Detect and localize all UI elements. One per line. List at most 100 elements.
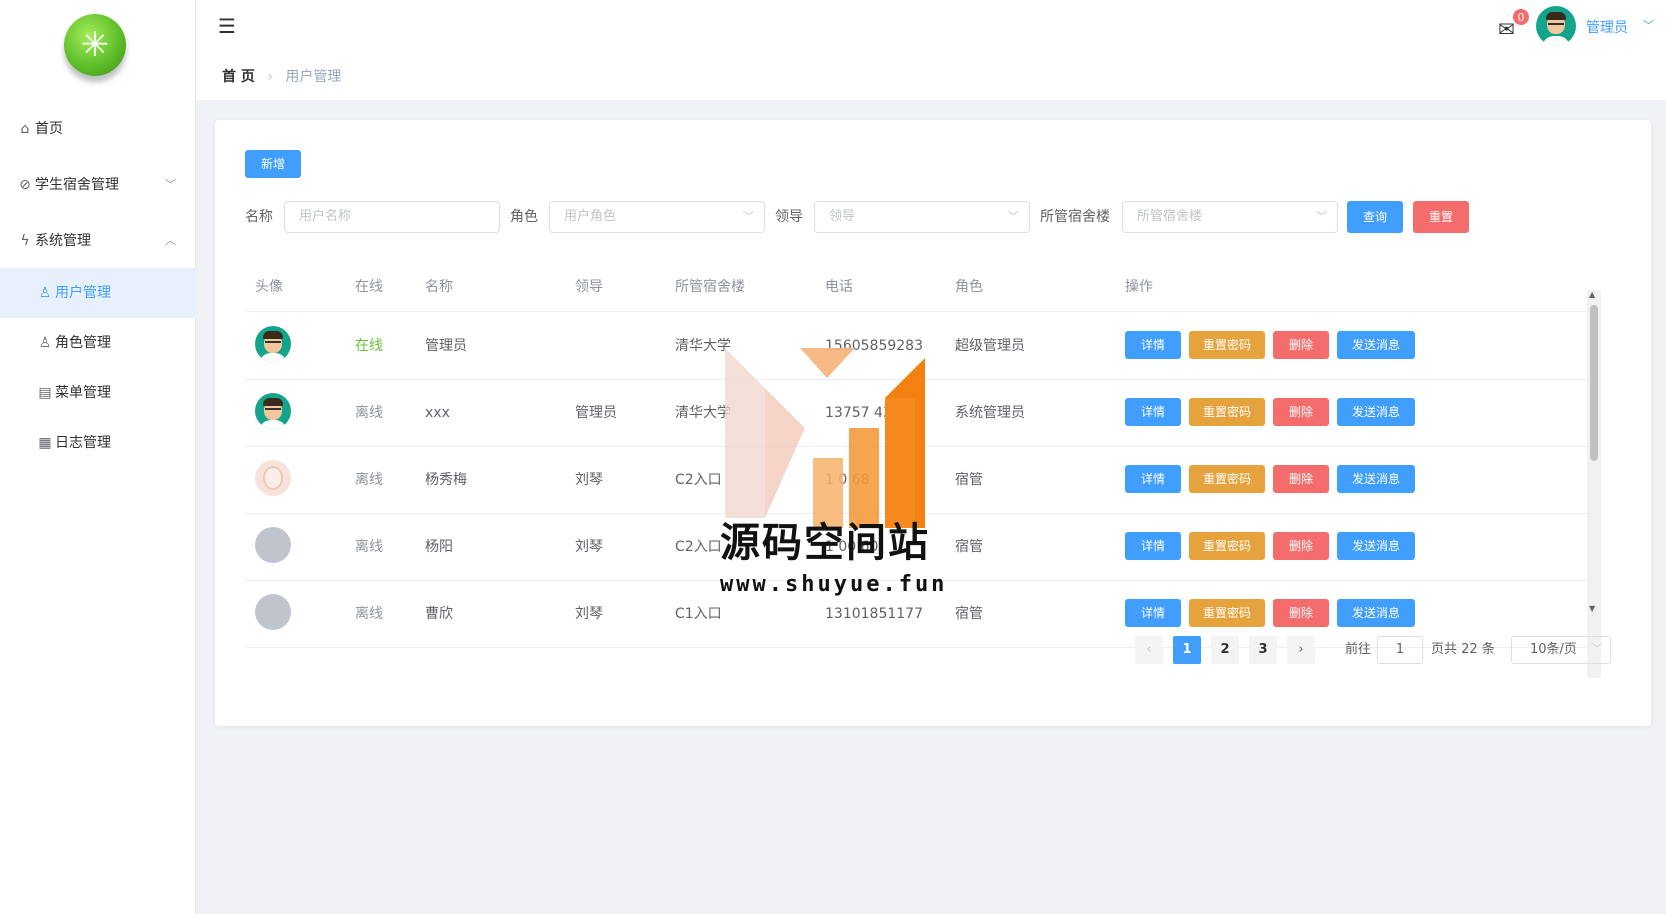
- reset-password-button[interactable]: 重置密码: [1189, 331, 1265, 359]
- sidebar-item-label: 学生宿舍管理: [35, 177, 119, 193]
- delete-button[interactable]: 删除: [1273, 331, 1329, 359]
- sidebar-item-system-management[interactable]: ϟ 系统管理 ︿: [0, 216, 196, 266]
- chevron-down-icon: ﹀: [165, 178, 176, 191]
- next-page-button[interactable]: ›: [1287, 636, 1315, 664]
- user-name-cell: 管理员: [425, 338, 467, 354]
- hamburger-menu-icon[interactable]: ☰: [218, 14, 236, 38]
- user-avatar: [255, 393, 291, 429]
- dorm-cell: C2入口: [675, 472, 722, 488]
- col-online: 在线: [355, 279, 383, 295]
- total-count-label: 页共 22 条: [1431, 642, 1495, 657]
- role-cell: 宿管: [955, 472, 983, 488]
- leader-filter-label: 领导: [775, 209, 803, 225]
- online-status: 离线: [355, 606, 383, 622]
- sidebar-item-label: 日志管理: [55, 435, 111, 451]
- logo-burst-icon: ✳: [80, 25, 110, 65]
- chevron-down-icon[interactable]: ﹀: [1643, 17, 1654, 33]
- sidebar-item-logs[interactable]: ▦ 日志管理: [0, 418, 196, 468]
- reset-button[interactable]: 重置: [1413, 201, 1469, 233]
- delete-button[interactable]: 删除: [1273, 465, 1329, 493]
- sidebar-item-label: 系统管理: [35, 233, 91, 249]
- role-filter-select[interactable]: 用户角色 ﹀: [549, 201, 765, 233]
- user-setting-icon: ♙: [38, 335, 52, 351]
- add-button[interactable]: 新增: [245, 150, 301, 178]
- name-filter-input[interactable]: 用户名称: [284, 201, 500, 233]
- send-message-button[interactable]: 发送消息: [1337, 532, 1415, 560]
- delete-button[interactable]: 删除: [1273, 599, 1329, 627]
- leader-filter-select[interactable]: 领导 ﹀: [814, 201, 1030, 233]
- prev-page-button[interactable]: ‹: [1135, 636, 1163, 664]
- chevron-down-icon: ﹀: [1008, 210, 1019, 223]
- dorm-cell: C1入口: [675, 606, 722, 622]
- avatar-hair: [263, 398, 283, 406]
- sidebar-item-menus[interactable]: ▤ 菜单管理: [0, 368, 196, 418]
- send-message-button[interactable]: 发送消息: [1337, 465, 1415, 493]
- chevron-down-icon: ﹀: [743, 210, 754, 223]
- leader-cell: 管理员: [575, 405, 617, 421]
- detail-button[interactable]: 详情: [1125, 532, 1181, 560]
- avatar-glasses: [1548, 23, 1564, 27]
- role-filter-label: 角色: [510, 209, 538, 225]
- user-avatar: [255, 594, 291, 630]
- page-3-button[interactable]: 3: [1249, 636, 1277, 664]
- user-name-cell: 杨秀梅: [425, 472, 467, 488]
- sidebar-item-label: 菜单管理: [55, 385, 111, 401]
- role-cell: 超级管理员: [955, 338, 1025, 354]
- sidebar-item-roles[interactable]: ♙ 角色管理: [0, 318, 196, 368]
- reset-password-button[interactable]: 重置密码: [1189, 599, 1265, 627]
- menu-icon: ▤: [38, 385, 52, 401]
- user-name-cell: 杨阳: [425, 539, 453, 555]
- watermark-title: 源码空间站: [720, 520, 930, 566]
- delete-button[interactable]: 删除: [1273, 532, 1329, 560]
- delete-button[interactable]: 删除: [1273, 398, 1329, 426]
- avatar-face: [263, 466, 283, 490]
- sidebar-item-users[interactable]: ♙ 用户管理: [0, 268, 196, 318]
- dorm-filter-select[interactable]: 所管宿舍楼 ﹀: [1122, 201, 1338, 233]
- mail-badge: 0: [1512, 8, 1530, 26]
- sidebar-item-dorm-management[interactable]: ⊘ 学生宿舍管理 ﹀: [0, 160, 196, 210]
- sidebar-item-label: 用户管理: [55, 285, 111, 301]
- breadcrumb-home[interactable]: 首 页: [222, 69, 255, 85]
- reset-password-button[interactable]: 重置密码: [1189, 398, 1265, 426]
- sidebar-item-home[interactable]: ⌂ 首页: [0, 104, 196, 154]
- dorm-cell: 清华大学: [675, 405, 731, 421]
- user-avatar: [255, 460, 291, 496]
- detail-button[interactable]: 详情: [1125, 599, 1181, 627]
- col-avatar: 头像: [255, 279, 283, 295]
- detail-button[interactable]: 详情: [1125, 331, 1181, 359]
- home-icon: ⌂: [20, 121, 30, 137]
- send-message-button[interactable]: 发送消息: [1337, 398, 1415, 426]
- lightning-icon: ϟ: [20, 233, 30, 249]
- scroll-down-icon[interactable]: ▼: [1589, 604, 1595, 613]
- detail-button[interactable]: 详情: [1125, 465, 1181, 493]
- online-status: 离线: [355, 539, 383, 555]
- reset-password-button[interactable]: 重置密码: [1189, 532, 1265, 560]
- send-message-button[interactable]: 发送消息: [1337, 599, 1415, 627]
- page-1-button[interactable]: 1: [1173, 636, 1201, 664]
- table-header: 头像 在线 名称 领导 所管宿舍楼 电话 角色 操作: [245, 262, 1587, 312]
- online-status: 离线: [355, 405, 383, 421]
- col-phone: 电话: [825, 279, 853, 295]
- avatar-glasses: [265, 408, 281, 412]
- user-name-cell: xxx: [425, 405, 450, 421]
- goto-page-input[interactable]: 1: [1377, 636, 1423, 664]
- send-message-button[interactable]: 发送消息: [1337, 331, 1415, 359]
- leader-cell: 刘琴: [575, 539, 603, 555]
- chevron-down-icon: ﹀: [1592, 644, 1602, 655]
- role-cell: 宿管: [955, 539, 983, 555]
- scroll-up-icon[interactable]: ▲: [1589, 290, 1595, 299]
- col-name: 名称: [425, 279, 453, 295]
- user-name[interactable]: 管理员: [1586, 17, 1628, 37]
- page-size-select[interactable]: 10条/页 ﹀: [1511, 636, 1611, 664]
- avatar-shirt: [1542, 36, 1570, 46]
- query-button[interactable]: 查询: [1347, 201, 1403, 233]
- page-2-button[interactable]: 2: [1211, 636, 1239, 664]
- goto-label: 前往: [1345, 642, 1372, 657]
- user-name-cell: 曹欣: [425, 606, 453, 622]
- user-avatar[interactable]: [1536, 6, 1576, 46]
- reset-password-button[interactable]: 重置密码: [1189, 465, 1265, 493]
- detail-button[interactable]: 详情: [1125, 398, 1181, 426]
- dorm-filter-placeholder: 所管宿舍楼: [1137, 209, 1203, 224]
- dorm-cell: C2入口: [675, 539, 722, 555]
- scrollbar-thumb[interactable]: [1590, 305, 1598, 461]
